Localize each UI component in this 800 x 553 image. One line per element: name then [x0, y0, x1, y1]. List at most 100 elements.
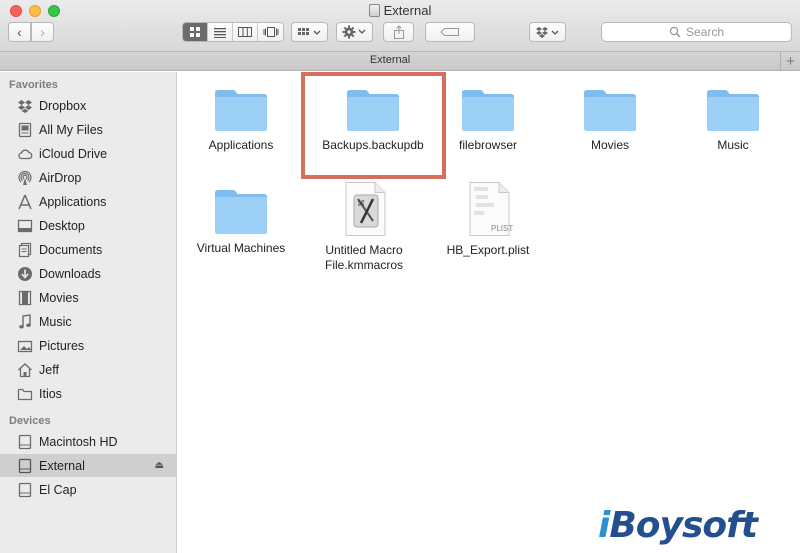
sidebar-item-label: Documents — [39, 242, 103, 257]
back-button[interactable]: ‹ — [8, 22, 31, 42]
list-view-button[interactable] — [208, 23, 233, 41]
music-icon — [17, 313, 33, 330]
sidebar-item-label: Pictures — [39, 338, 85, 353]
all-files-icon — [17, 122, 33, 138]
search-icon — [669, 26, 681, 38]
folder-icon — [17, 386, 33, 402]
sidebar-item-label: All My Files — [39, 122, 103, 137]
sidebar-item-music[interactable]: Music — [0, 310, 176, 333]
sidebar-item-label: Applications — [39, 194, 107, 209]
view-mode-group — [182, 22, 284, 42]
folder-icon — [462, 90, 514, 131]
sidebar-item-applications[interactable]: Applications — [0, 190, 176, 213]
macro-document-icon: ⌘ — [345, 182, 386, 236]
sidebar-item-jeff[interactable]: Jeff — [0, 358, 176, 381]
sidebar-item-label: El Cap — [39, 482, 77, 497]
hard-drive-icon — [17, 482, 33, 498]
column-view-button[interactable] — [233, 23, 258, 41]
eject-icon[interactable]: ⏏ — [155, 460, 164, 471]
sidebar-item-all-my-files[interactable]: All My Files — [0, 118, 176, 141]
share-button[interactable] — [383, 22, 414, 42]
arrange-icon — [297, 28, 320, 35]
file-label: HB_Export.plist — [446, 243, 530, 257]
sidebar-item-label: iCloud Drive — [39, 146, 108, 161]
sidebar-item-itios[interactable]: Itios — [0, 382, 176, 405]
file-item-hb-export-plist[interactable]: PLIST HB_Export.plist — [428, 181, 548, 258]
file-label: Music — [717, 138, 749, 152]
sidebar-item-icloud-drive[interactable]: iCloud Drive — [0, 142, 176, 165]
sidebar-item-movies[interactable]: Movies — [0, 286, 176, 309]
search-placeholder: Search — [685, 25, 725, 39]
sidebar-item-macintosh-hd[interactable]: Macintosh HD — [0, 430, 176, 453]
tags-button[interactable] — [425, 22, 475, 42]
file-item-music[interactable]: Music — [673, 87, 793, 153]
forward-button[interactable]: › — [31, 22, 54, 42]
sidebar-item-label: Movies — [39, 290, 79, 305]
sidebar-item-desktop[interactable]: Desktop — [0, 214, 176, 237]
movies-icon — [17, 290, 33, 306]
folder-icon — [707, 90, 759, 131]
icon-view-icon — [190, 27, 200, 37]
file-label: Movies — [590, 138, 629, 152]
watermark-prefix: i — [598, 505, 610, 546]
svg-text:⌘: ⌘ — [357, 199, 365, 208]
toolbar: External ‹ › Search — [0, 0, 800, 52]
sidebar-item-downloads[interactable]: Downloads — [0, 262, 176, 285]
folder-icon — [215, 90, 267, 131]
list-view-icon — [214, 28, 226, 38]
documents-icon — [17, 242, 33, 258]
home-icon — [17, 362, 33, 378]
sidebar-item-airdrop[interactable]: AirDrop — [0, 166, 176, 189]
applications-icon — [17, 194, 33, 210]
arrange-button[interactable] — [291, 22, 328, 42]
downloads-icon — [17, 266, 33, 282]
search-field[interactable]: Search — [601, 22, 792, 42]
sidebar-item-label: External — [39, 458, 85, 473]
sidebar-item-label: Itios — [39, 386, 62, 401]
sidebar: Favorites Dropbox All My Files iCloud Dr… — [0, 72, 177, 553]
file-item-filebrowser[interactable]: filebrowser — [428, 87, 548, 153]
action-button[interactable] — [336, 22, 373, 42]
file-label: Virtual Machines — [196, 241, 286, 255]
tag-icon — [440, 28, 459, 36]
folder-icon — [584, 90, 636, 131]
sidebar-item-label: Music — [39, 314, 72, 329]
sidebar-favorites-header: Favorites — [9, 79, 58, 91]
sidebar-item-label: Macintosh HD — [39, 434, 118, 449]
sidebar-item-documents[interactable]: Documents — [0, 238, 176, 261]
watermark-text: Boysoft — [609, 505, 758, 546]
sidebar-item-dropbox[interactable]: Dropbox — [0, 94, 176, 117]
dropbox-icon — [535, 27, 558, 38]
icon-view-button[interactable] — [183, 23, 208, 41]
pictures-icon — [17, 338, 33, 354]
file-item-movies[interactable]: Movies — [550, 87, 670, 153]
sidebar-item-external[interactable]: External ⏏ — [0, 454, 176, 477]
sidebar-item-label: AirDrop — [39, 170, 82, 185]
external-drive-icon — [368, 4, 380, 17]
gear-icon — [342, 25, 365, 39]
sidebar-item-label: Dropbox — [39, 98, 87, 113]
file-label: filebrowser — [458, 138, 518, 152]
sidebar-item-el-cap[interactable]: El Cap — [0, 478, 176, 501]
file-item-applications[interactable]: Applications — [181, 87, 301, 153]
folder-icon — [215, 190, 267, 234]
file-item-untitled-macro[interactable]: ⌘ Untitled Macro File.kmmacros — [304, 181, 424, 273]
finder-window: External ‹ › Search External + Favorites… — [0, 0, 800, 553]
desktop-icon — [17, 218, 33, 234]
dropbox-icon — [17, 98, 33, 114]
sidebar-item-pictures[interactable]: Pictures — [0, 334, 176, 357]
new-tab-button[interactable]: + — [780, 52, 800, 71]
sidebar-item-label: Jeff — [39, 362, 59, 377]
tab-external[interactable]: External — [0, 54, 780, 66]
sidebar-item-label: Downloads — [39, 266, 101, 281]
file-item-virtual-machines[interactable]: Virtual Machines — [181, 187, 301, 256]
iboysoft-watermark: iBoysoft — [598, 505, 758, 546]
external-drive-icon — [17, 458, 33, 474]
cover-flow-button[interactable] — [258, 23, 283, 41]
hard-drive-icon — [17, 434, 33, 450]
cover-flow-icon — [263, 27, 278, 37]
file-label: Applications — [208, 138, 274, 152]
dropbox-menu-button[interactable] — [529, 22, 566, 42]
airdrop-icon — [17, 170, 33, 186]
window-title: External — [0, 3, 800, 18]
